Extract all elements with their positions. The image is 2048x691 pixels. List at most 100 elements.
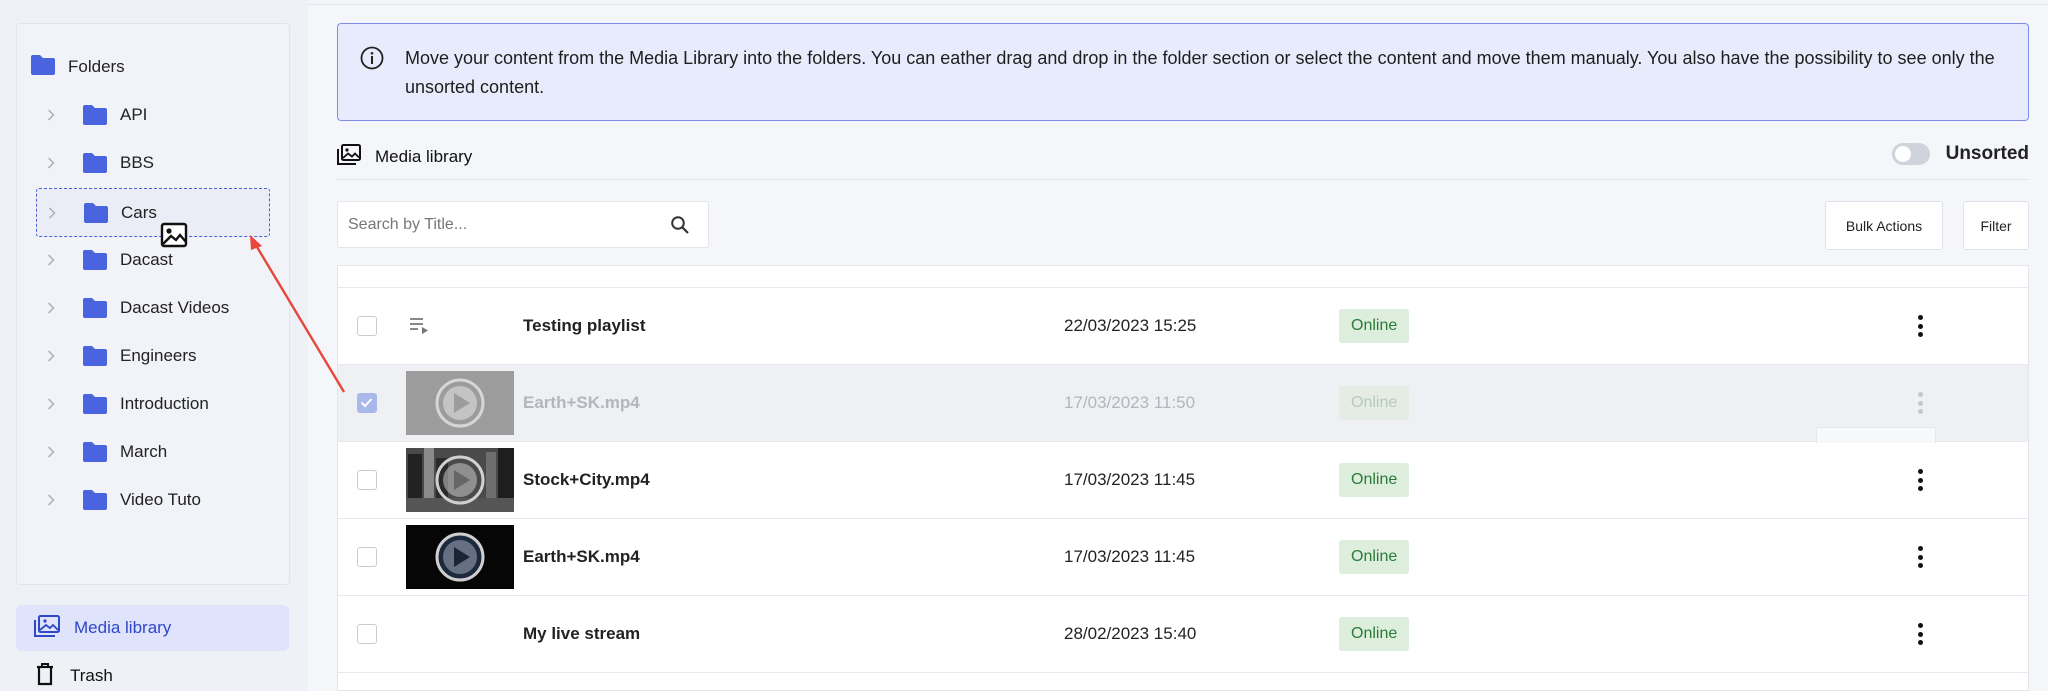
row-date: 17/03/2023 11:45 — [1064, 470, 1196, 489]
folder-icon — [82, 345, 108, 367]
folder-icon — [82, 393, 108, 415]
folder-icon — [83, 202, 109, 224]
row-title[interactable]: Earth+SK.mp4 — [523, 547, 640, 567]
folder-label: API — [120, 105, 148, 124]
chevron-right-icon[interactable] — [44, 156, 58, 170]
search-input[interactable] — [338, 202, 658, 247]
row-date: 17/03/2023 11:45 — [1064, 547, 1196, 566]
folder-item-bbs[interactable]: BBS — [36, 140, 270, 186]
row-title[interactable]: Earth+SK.mp4 — [523, 393, 640, 413]
playlist-icon — [409, 316, 429, 339]
library-title: Media library — [337, 144, 472, 170]
main-content: Move your content from the Media Library… — [308, 0, 2048, 691]
info-text: Move your content from the Media Library… — [405, 48, 1995, 97]
row-checkbox[interactable] — [357, 624, 377, 644]
info-banner: Move your content from the Media Library… — [337, 23, 2029, 121]
row-title[interactable]: Stock+City.mp4 — [523, 470, 650, 490]
folder-icon — [82, 297, 108, 319]
folder-icon — [82, 104, 108, 126]
status-badge: Online — [1339, 617, 1410, 651]
folder-label: BBS — [120, 153, 155, 172]
chevron-right-icon[interactable] — [44, 301, 58, 315]
row-date: 17/03/2023 11:50 — [1064, 393, 1196, 412]
trash-icon — [34, 662, 56, 691]
folder-label: Dacast — [120, 250, 173, 269]
unsorted-toggle[interactable] — [1891, 143, 1930, 165]
top-divider — [308, 0, 2048, 5]
more-options-icon[interactable] — [1910, 313, 1930, 339]
search-box — [337, 201, 709, 248]
chevron-right-icon[interactable] — [44, 445, 58, 459]
row-date: 22/03/2023 15:25 — [1064, 316, 1197, 335]
folder-item-engineers[interactable]: Engineers — [36, 333, 270, 379]
folders-root-label: Folders — [68, 57, 125, 76]
table-row[interactable]: Stock+City.mp4 17/03/2023 11:45 Online — [338, 442, 2028, 519]
folder-icon — [82, 489, 108, 511]
video-thumbnail[interactable] — [406, 371, 514, 435]
unsorted-toggle-group: Unsorted — [1891, 143, 2029, 165]
table-row[interactable]: Earth+SK.mp4 17/03/2023 11:50 Online — [338, 365, 2028, 443]
search-icon[interactable] — [670, 215, 690, 240]
info-icon — [360, 46, 384, 75]
chevron-right-icon[interactable] — [45, 206, 59, 220]
more-options-icon[interactable] — [1910, 390, 1930, 416]
nav-trash-label: Trash — [70, 666, 113, 685]
drag-image-icon — [160, 222, 188, 248]
folder-item-march[interactable]: March — [36, 429, 270, 475]
folder-label: March — [120, 442, 168, 461]
nav-media-library[interactable]: Media library — [16, 605, 289, 651]
status-badge: Online — [1339, 540, 1410, 574]
row-date: 28/02/2023 15:40 — [1064, 624, 1197, 643]
media-library-icon — [337, 144, 361, 170]
nav-media-library-label: Media library — [74, 618, 172, 637]
folder-item-api[interactable]: API — [36, 92, 270, 138]
video-thumbnail[interactable] — [406, 448, 514, 512]
folder-icon — [82, 441, 108, 463]
nav-trash[interactable]: Trash — [16, 653, 289, 691]
row-checkbox[interactable] — [357, 547, 377, 567]
chevron-right-icon[interactable] — [44, 349, 58, 363]
folder-label: Dacast Videos — [120, 298, 230, 317]
folder-label: Video Tuto — [120, 490, 201, 509]
video-thumbnail[interactable] — [406, 525, 514, 589]
more-options-icon[interactable] — [1910, 467, 1930, 493]
unsorted-label: Unsorted — [1945, 143, 2029, 164]
folder-icon — [82, 249, 108, 271]
folder-label: Introduction — [120, 394, 209, 413]
status-badge: Online — [1339, 386, 1410, 420]
row-checkbox[interactable] — [357, 470, 377, 490]
row-checkbox[interactable] — [357, 316, 377, 336]
filter-button[interactable]: Filter — [1963, 201, 2029, 250]
sidebar: Folders API BBS Cars Dacast Dacast Video… — [0, 0, 308, 691]
folder-icon — [30, 54, 56, 81]
table-row[interactable]: Testing playlist 22/03/2023 15:25 Online — [338, 288, 2028, 365]
row-title[interactable]: Testing playlist — [523, 316, 646, 336]
bulk-actions-button[interactable]: Bulk Actions — [1825, 201, 1943, 250]
folder-item-introduction[interactable]: Introduction — [36, 381, 270, 427]
more-options-icon[interactable] — [1910, 544, 1930, 570]
row-title[interactable]: My live stream — [523, 624, 640, 644]
more-options-icon[interactable] — [1910, 621, 1930, 647]
folder-label: Engineers — [120, 346, 197, 365]
status-badge: Online — [1339, 463, 1410, 497]
chevron-right-icon[interactable] — [44, 493, 58, 507]
table-row[interactable]: Earth+SK.mp4 17/03/2023 11:45 Online — [338, 519, 2028, 596]
folder-item-dacast-videos[interactable]: Dacast Videos — [36, 285, 270, 331]
row-checkbox-checked[interactable] — [357, 393, 377, 413]
media-library-icon — [34, 614, 60, 642]
library-header: Media library Unsorted — [337, 140, 2029, 180]
folder-icon — [82, 152, 108, 174]
folders-root[interactable]: Folders — [30, 54, 125, 80]
dropdown-menu-ghost — [1816, 427, 1936, 443]
folder-item-dacast[interactable]: Dacast — [36, 237, 270, 283]
status-badge: Online — [1339, 309, 1410, 343]
table-row[interactable]: My live stream 28/02/2023 15:40 Online — [338, 596, 2028, 673]
chevron-right-icon[interactable] — [44, 253, 58, 267]
media-table: Testing playlist 22/03/2023 15:25 Online… — [337, 265, 2029, 691]
folder-item-cars[interactable]: Cars — [36, 188, 270, 237]
folder-item-video-tuto[interactable]: Video Tuto — [36, 477, 270, 523]
table-row-partial — [338, 265, 2028, 288]
folder-label: Cars — [121, 202, 157, 222]
chevron-right-icon[interactable] — [44, 397, 58, 411]
chevron-right-icon[interactable] — [44, 108, 58, 122]
